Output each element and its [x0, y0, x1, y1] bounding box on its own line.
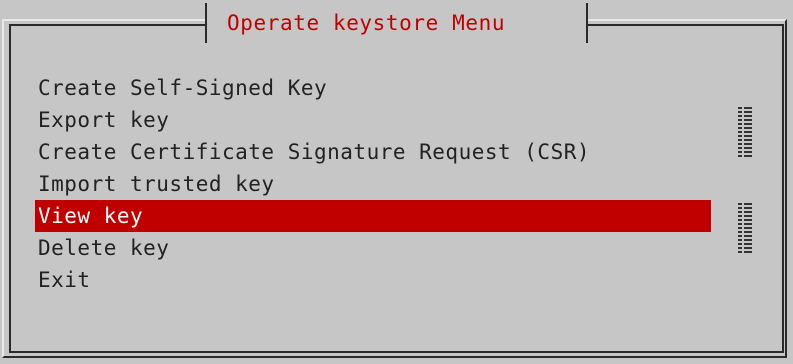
menu-item-create-csr[interactable]: Create Certificate Signature Request (CS… [35, 136, 711, 168]
menu-item-delete-key[interactable]: Delete key [35, 232, 711, 264]
menu-item-create-self-signed-key[interactable]: Create Self-Signed Key [35, 72, 711, 104]
dialog-title: Operate keystore Menu [227, 11, 506, 35]
title-right-bracket [586, 3, 588, 43]
title-left-bracket [205, 3, 207, 43]
menu-item-view-key[interactable]: View key [35, 200, 711, 232]
dialog-title-panel: Operate keystore Menu [205, 3, 588, 43]
scroll-indicator-top [738, 107, 752, 157]
keystore-menu-list: Create Self-Signed Key Export key Create… [35, 72, 711, 296]
menu-item-export-key[interactable]: Export key [35, 104, 711, 136]
menu-item-exit[interactable]: Exit [35, 264, 711, 296]
scroll-indicator-bottom [738, 203, 752, 253]
menu-item-import-trusted-key[interactable]: Import trusted key [35, 168, 711, 200]
operate-keystore-dialog: Operate keystore Menu Create Self-Signed… [0, 0, 793, 364]
